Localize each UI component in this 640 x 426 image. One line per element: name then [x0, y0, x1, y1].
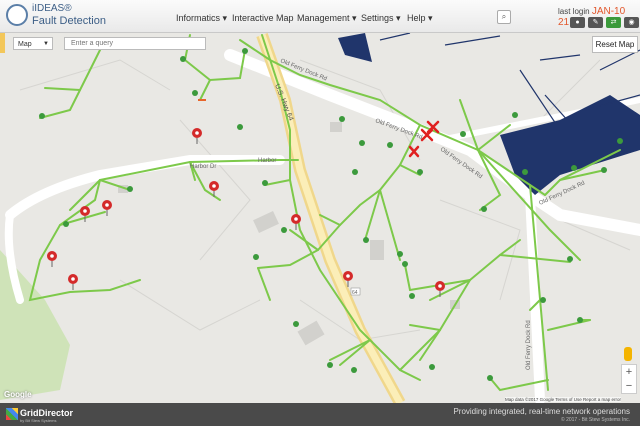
reset-map-button[interactable]: Reset Map	[592, 36, 638, 53]
network-icon[interactable]: ⇄	[606, 17, 621, 28]
footer-copyright: © 2017 - Bit Stew Systems Inc.	[561, 417, 630, 423]
road-label-harbor-2: Harbor	[258, 158, 276, 164]
footer-brand: GridDirector by Bit Stew Systems	[20, 408, 73, 423]
map-canvas[interactable]: Old Ferry Dock Rd Old Ferry Dock Rd Old …	[0, 0, 640, 426]
brand: iIDEAS® Fault Detection	[32, 3, 106, 27]
top-bar: iIDEAS® Fault Detection Informatics ▾ In…	[0, 0, 640, 33]
query-input[interactable]	[64, 37, 206, 50]
map-attribution[interactable]: Map data ©2017 Google Terms of Use Repor…	[505, 397, 622, 402]
zoom-in-button[interactable]: +	[622, 365, 636, 379]
hwy-shield: 64	[350, 287, 361, 296]
road-label-harbor-1: Harbor Dr	[190, 164, 216, 170]
road-label-old-ferry-dock-5: Old Ferry Dock Rd	[526, 320, 532, 370]
fault-pins[interactable]	[47, 128, 445, 297]
brand-line1: iIDEAS®	[32, 3, 72, 14]
footer-brand-name: GridDirector	[20, 408, 74, 418]
last-login-label: last login	[558, 7, 590, 16]
map-type-value: Map	[18, 41, 32, 48]
footer-brand-sub: by Bit Stew Systems	[20, 418, 57, 423]
brand-line2: Fault Detection	[32, 15, 106, 27]
zoom-control[interactable]: + −	[621, 364, 637, 394]
street-view-pegman-icon[interactable]	[624, 347, 632, 361]
svg-text:64: 64	[352, 290, 358, 296]
griddirector-logo-icon	[6, 408, 18, 420]
nav-interactive-map[interactable]: Interactive Map	[232, 13, 294, 23]
nav-informatics[interactable]: Informatics ▾	[176, 13, 227, 24]
search-icon[interactable]: ⌕	[497, 10, 511, 24]
user-icon[interactable]: ●	[570, 17, 585, 28]
map-type-select[interactable]: Map ▼	[13, 37, 53, 50]
zoom-out-button[interactable]: −	[622, 379, 636, 393]
footer-tagline: Providing integrated, real-time network …	[453, 407, 630, 416]
edit-icon[interactable]: ✎	[588, 17, 603, 28]
app-logo	[6, 4, 28, 26]
camera-icon[interactable]: ◉	[624, 17, 639, 28]
footer: GridDirector by Bit Stew Systems Providi…	[0, 403, 640, 426]
chevron-down-icon: ▼	[43, 41, 49, 47]
panel-toggle-handle[interactable]	[0, 33, 5, 53]
nav-settings[interactable]: Settings ▾	[361, 13, 401, 24]
google-logo: Google	[4, 390, 32, 399]
nav-help[interactable]: Help ▾	[407, 13, 433, 24]
nav-management[interactable]: Management ▾	[297, 13, 357, 24]
